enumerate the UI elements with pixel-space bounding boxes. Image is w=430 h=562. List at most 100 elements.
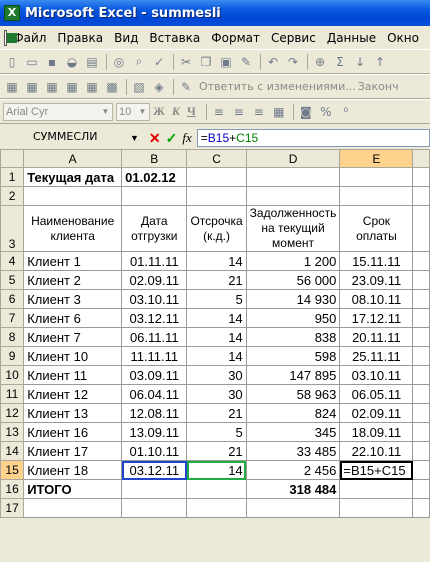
row-header[interactable]: 6 bbox=[0, 289, 25, 309]
cell-client[interactable]: Клиент 10 bbox=[23, 346, 123, 366]
cell[interactable] bbox=[412, 346, 430, 366]
cell-total-label[interactable]: ИТОГО bbox=[23, 479, 123, 499]
cell-date[interactable]: 02.09.11 bbox=[121, 270, 188, 290]
cell-b1[interactable]: 01.02.12 bbox=[121, 167, 188, 187]
review-icon-2[interactable]: ▦ bbox=[23, 78, 41, 96]
cell-debt[interactable]: 147 895 bbox=[245, 365, 341, 385]
bold-button[interactable]: Ж bbox=[153, 104, 165, 119]
cell-debt[interactable]: 33 485 bbox=[245, 441, 341, 461]
row-header[interactable]: 13 bbox=[0, 422, 25, 442]
cell-client[interactable]: Клиент 17 bbox=[23, 441, 123, 461]
cell-client[interactable]: Клиент 1 bbox=[23, 251, 123, 271]
save-icon[interactable]: ▪ bbox=[43, 53, 61, 71]
cell-debt[interactable]: 56 000 bbox=[245, 270, 341, 290]
cell-due[interactable]: 23.09.11 bbox=[339, 270, 414, 290]
header-delay[interactable]: Отсрочка (к.д.) bbox=[186, 205, 247, 252]
cell[interactable] bbox=[412, 327, 430, 347]
row-header[interactable]: 2 bbox=[0, 186, 25, 206]
cell-debt[interactable]: 598 bbox=[245, 346, 341, 366]
cell-delay[interactable]: 14 bbox=[186, 327, 247, 347]
cell[interactable] bbox=[186, 186, 247, 206]
cell-due[interactable]: 03.10.11 bbox=[339, 365, 414, 385]
column-header-f[interactable] bbox=[412, 149, 430, 168]
align-right-icon[interactable]: ≡ bbox=[250, 103, 268, 121]
cell-client[interactable]: Клиент 11 bbox=[23, 365, 123, 385]
column-header-c[interactable]: C bbox=[186, 149, 247, 168]
cell[interactable] bbox=[412, 498, 430, 518]
underline-button[interactable]: Ч bbox=[187, 104, 196, 119]
spelling-icon[interactable]: ✓ bbox=[150, 53, 168, 71]
menu-view[interactable]: Вид bbox=[114, 31, 138, 45]
cell-due[interactable]: 22.10.11 bbox=[339, 441, 414, 461]
redo-icon[interactable]: ↷ bbox=[284, 53, 302, 71]
cell[interactable] bbox=[412, 251, 430, 271]
menu-format[interactable]: Формат bbox=[211, 31, 260, 45]
insert-function-icon[interactable]: fx bbox=[182, 130, 191, 146]
row-header[interactable]: 12 bbox=[0, 403, 25, 423]
reply-with-changes-button[interactable]: Ответить с изменениями... bbox=[199, 80, 356, 93]
review-icon-8[interactable]: ◈ bbox=[150, 78, 168, 96]
menu-edit[interactable]: Правка bbox=[57, 31, 103, 45]
cell-delay-referenced[interactable]: 14 bbox=[186, 460, 247, 480]
cell[interactable] bbox=[339, 167, 414, 187]
sort-ascending-icon[interactable]: ↓ bbox=[351, 53, 369, 71]
row-header[interactable]: 1 bbox=[0, 167, 25, 187]
excel-app-icon[interactable]: X bbox=[4, 5, 20, 21]
menu-window[interactable]: Окно bbox=[387, 31, 419, 45]
open-icon[interactable]: ▭ bbox=[23, 53, 41, 71]
cell-debt[interactable]: 838 bbox=[245, 327, 341, 347]
cell[interactable] bbox=[412, 186, 430, 206]
row-header[interactable]: 15 bbox=[0, 460, 25, 480]
row-header[interactable]: 3 bbox=[0, 205, 25, 252]
row-header[interactable]: 4 bbox=[0, 251, 25, 271]
cell[interactable] bbox=[245, 186, 341, 206]
cell[interactable] bbox=[186, 479, 247, 499]
cell-delay[interactable]: 21 bbox=[186, 441, 247, 461]
cell-client[interactable]: Клиент 13 bbox=[23, 403, 123, 423]
hyperlink-icon[interactable]: ⊕ bbox=[311, 53, 329, 71]
column-header-d[interactable]: D bbox=[245, 149, 341, 168]
cell-delay[interactable]: 30 bbox=[186, 384, 247, 404]
permission-icon[interactable]: ◒ bbox=[63, 53, 81, 71]
cell-debt[interactable]: 950 bbox=[245, 308, 341, 328]
row-header[interactable]: 9 bbox=[0, 346, 25, 366]
cell-date[interactable]: 03.12.11 bbox=[121, 308, 188, 328]
cell-client[interactable]: Клиент 12 bbox=[23, 384, 123, 404]
cell-date[interactable]: 12.08.11 bbox=[121, 403, 188, 423]
workbook-icon[interactable] bbox=[4, 29, 19, 46]
cell[interactable] bbox=[412, 167, 430, 187]
header-due[interactable]: Срок оплаты bbox=[339, 205, 414, 252]
name-box[interactable]: СУММЕСЛИ bbox=[3, 129, 108, 147]
cell[interactable] bbox=[412, 384, 430, 404]
cell-client[interactable]: Клиент 7 bbox=[23, 327, 123, 347]
cell[interactable] bbox=[412, 460, 430, 480]
cell-due[interactable]: 20.11.11 bbox=[339, 327, 414, 347]
cell-date[interactable]: 03.09.11 bbox=[121, 365, 188, 385]
cell[interactable] bbox=[339, 498, 414, 518]
cancel-icon[interactable]: ✕ bbox=[149, 130, 161, 147]
review-icon-4[interactable]: ▦ bbox=[63, 78, 81, 96]
print-icon[interactable]: ▤ bbox=[83, 53, 101, 71]
row-header[interactable]: 16 bbox=[0, 479, 25, 499]
cell-due[interactable]: 08.10.11 bbox=[339, 289, 414, 309]
active-cell-due[interactable]: =B15+C15 bbox=[339, 460, 414, 480]
cell-total-value[interactable]: 318 484 bbox=[245, 479, 341, 499]
menu-tools[interactable]: Сервис bbox=[271, 31, 316, 45]
row-header[interactable]: 10 bbox=[0, 365, 25, 385]
cell-client[interactable]: Клиент 2 bbox=[23, 270, 123, 290]
cell-client[interactable]: Клиент 18 bbox=[23, 460, 123, 480]
copy-icon[interactable]: ❐ bbox=[197, 53, 215, 71]
format-painter-icon[interactable]: ✎ bbox=[237, 53, 255, 71]
new-icon[interactable]: ▯ bbox=[3, 53, 21, 71]
print-preview-icon[interactable]: ◎ bbox=[110, 53, 128, 71]
cell[interactable] bbox=[121, 498, 188, 518]
cell-due[interactable]: 18.09.11 bbox=[339, 422, 414, 442]
review-icon-1[interactable]: ▦ bbox=[3, 78, 21, 96]
menu-data[interactable]: Данные bbox=[327, 31, 376, 45]
cell-date[interactable]: 11.11.11 bbox=[121, 346, 188, 366]
header-ship-date[interactable]: Дата отгрузки bbox=[121, 205, 188, 252]
cell-a1[interactable]: Текущая дата bbox=[23, 167, 123, 187]
cell-due[interactable]: 06.05.11 bbox=[339, 384, 414, 404]
cell-client[interactable]: Клиент 16 bbox=[23, 422, 123, 442]
cell[interactable] bbox=[121, 479, 188, 499]
